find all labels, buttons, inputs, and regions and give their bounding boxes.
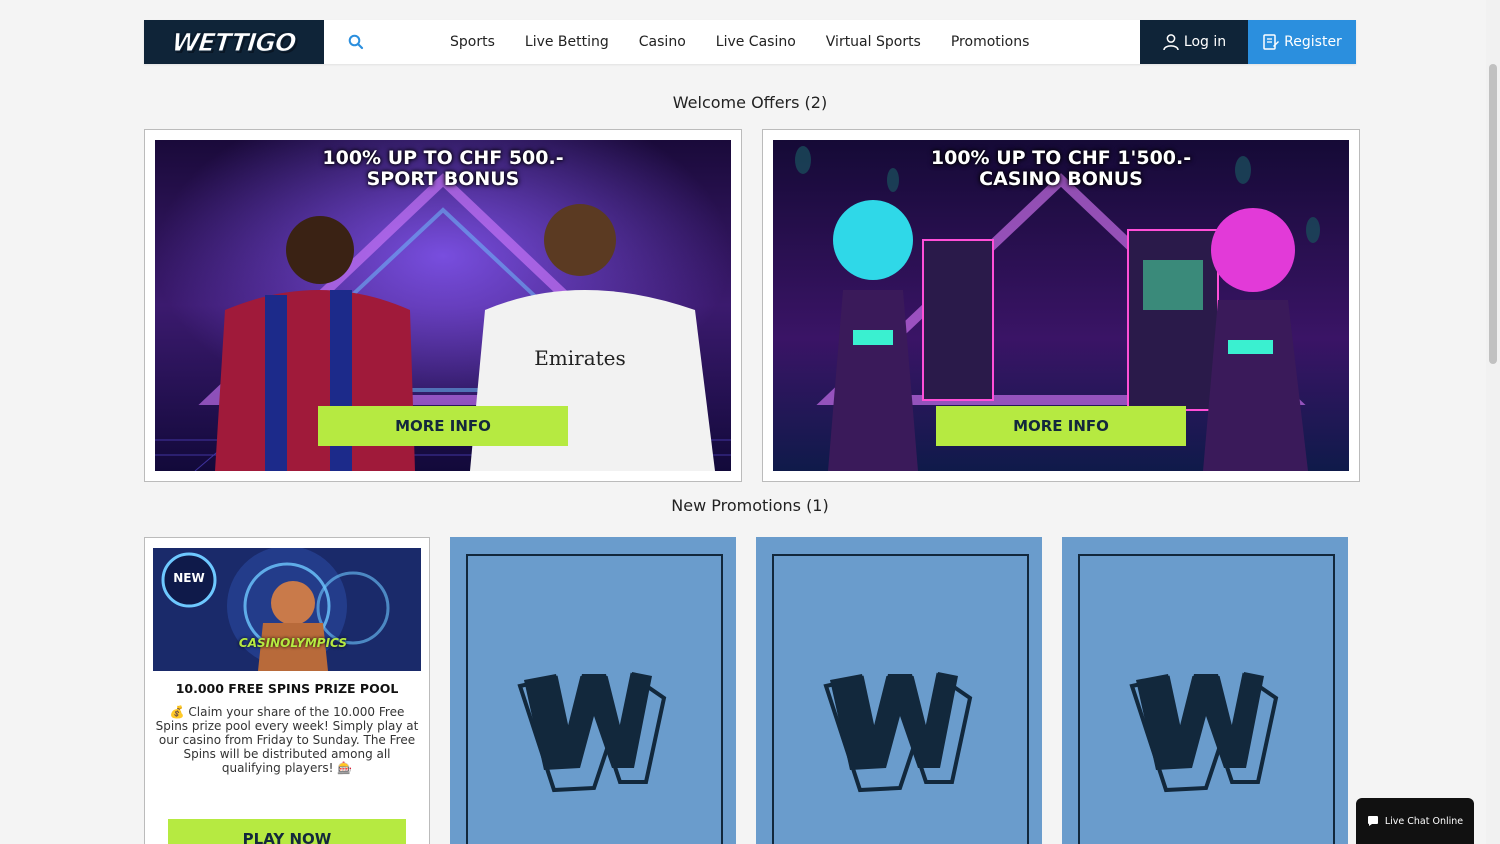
page-scrollbar[interactable] xyxy=(1486,0,1500,844)
promo-title: 10.000 FREE SPINS PRIZE POOL xyxy=(175,681,399,696)
user-icon xyxy=(1163,34,1179,51)
welcome-offers-title: Welcome Offers (2) xyxy=(672,93,828,112)
casino-more-info-button[interactable]: MORE INFO xyxy=(936,406,1186,446)
logo-text: WETTIGO xyxy=(170,27,298,57)
sport-bonus-line1: 100% UP TO CHF 500.- xyxy=(322,147,564,169)
casino-bonus-image[interactable]: 100% UP TO CHF 1'500.- CASINO BONUS MORE… xyxy=(773,140,1349,471)
nav-casino[interactable]: Casino xyxy=(639,34,686,50)
play-now-button[interactable]: PLAY NOW xyxy=(168,819,406,844)
casino-bonus-card: 100% UP TO CHF 1'500.- CASINO BONUS MORE… xyxy=(762,129,1360,482)
form-edit-icon xyxy=(1263,34,1280,50)
casinolympics-art xyxy=(153,548,421,671)
top-header: WETTIGO Sports Live Betting Casino Live … xyxy=(144,20,1356,64)
sport-more-info-button[interactable]: MORE INFO xyxy=(318,406,568,446)
register-label: Register xyxy=(1284,34,1342,50)
search-icon xyxy=(348,34,364,50)
casino-bonus-line1: 100% UP TO CHF 1'500.- xyxy=(930,147,1192,169)
chat-bubble-icon xyxy=(1367,816,1378,826)
new-badge: NEW xyxy=(173,571,205,585)
sport-bonus-line2: SPORT BONUS xyxy=(366,168,520,190)
register-button[interactable]: Register xyxy=(1248,20,1356,64)
promo-description: 💰 Claim your share of the 10.000 Free Sp… xyxy=(155,705,419,775)
promo-image-caption: CASINOLYMPICS xyxy=(238,636,348,650)
wettigo-w-icon xyxy=(1129,672,1279,793)
login-label: Log in xyxy=(1183,34,1227,50)
promo-placeholder-card xyxy=(1062,537,1348,844)
sport-bonus-card: Emirates 100% UP TO CHF 500.- SPORT BONU… xyxy=(144,129,742,482)
casino-bonus-heading: 100% UP TO CHF 1'500.- CASINO BONUS xyxy=(773,148,1349,190)
promo-placeholder-card xyxy=(756,537,1042,844)
new-promotions-title: New Promotions (1) xyxy=(671,496,829,515)
nav-sports[interactable]: Sports xyxy=(450,34,495,50)
wettigo-w-icon xyxy=(823,672,973,793)
login-button[interactable]: Log in xyxy=(1140,20,1248,64)
search-button[interactable] xyxy=(324,20,388,64)
main-nav: Sports Live Betting Casino Live Casino V… xyxy=(450,20,1059,64)
nav-promotions[interactable]: Promotions xyxy=(951,34,1030,50)
logo[interactable]: WETTIGO xyxy=(144,20,324,64)
scrollbar-thumb[interactable] xyxy=(1489,64,1497,364)
svg-text:Emirates: Emirates xyxy=(534,346,626,370)
live-chat-button[interactable]: Live Chat Online xyxy=(1356,798,1474,844)
promo-image[interactable]: NEW CASINOLYMPICS xyxy=(153,548,421,671)
promo-card: NEW CASINOLYMPICS 10.000 FREE SPINS PRIZ… xyxy=(144,537,430,844)
live-chat-label: Live Chat Online xyxy=(1384,815,1464,827)
nav-virtual-sports[interactable]: Virtual Sports xyxy=(826,34,921,50)
sport-bonus-image[interactable]: Emirates 100% UP TO CHF 500.- SPORT BONU… xyxy=(155,140,731,471)
promo-placeholder-card xyxy=(450,537,736,844)
wettigo-w-icon xyxy=(517,672,667,793)
sport-bonus-heading: 100% UP TO CHF 500.- SPORT BONUS xyxy=(155,148,731,190)
nav-live-casino[interactable]: Live Casino xyxy=(716,34,796,50)
casino-bonus-line2: CASINO BONUS xyxy=(979,168,1143,190)
nav-live-betting[interactable]: Live Betting xyxy=(525,34,609,50)
